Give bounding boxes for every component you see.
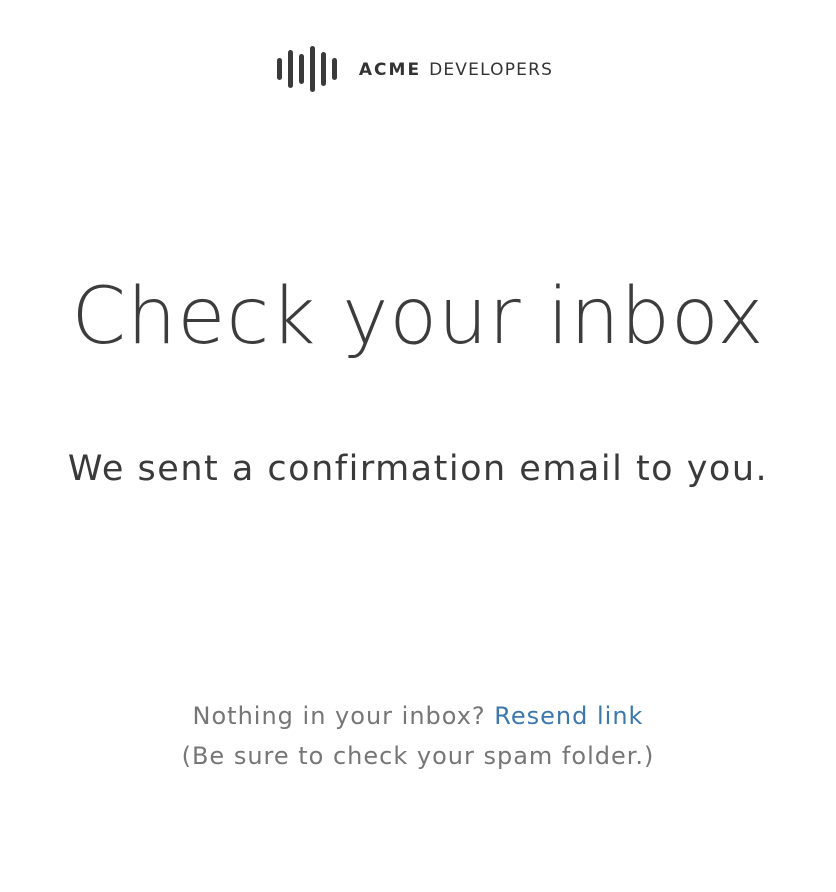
resend-line: Nothing in your inbox? Resend link [0, 696, 836, 736]
logo-bar [287, 50, 293, 88]
equalizer-bars-icon [276, 45, 337, 93]
logo-bar [298, 54, 304, 84]
logo-bar [309, 46, 315, 92]
resend-link[interactable]: Resend link [494, 702, 643, 730]
confirmation-message: We sent a confirmation email to you. [67, 449, 769, 489]
page-title: Check your inbox [71, 272, 765, 362]
resend-section: Nothing in your inbox? Resend link (Be s… [0, 696, 836, 776]
spam-hint: (Be sure to check your spam folder.) [181, 742, 655, 770]
logo-bar [276, 58, 282, 80]
logo-bar [320, 52, 326, 86]
logo-bar [331, 58, 337, 80]
brand-name-light: DEVELOPERS [429, 60, 554, 80]
brand-name-strong: ACME [358, 60, 422, 80]
resend-prompt: Nothing in your inbox? [192, 702, 486, 730]
brand-wordmark: ACME DEVELOPERS [359, 60, 553, 80]
site-header: ACME DEVELOPERS [0, 44, 836, 94]
